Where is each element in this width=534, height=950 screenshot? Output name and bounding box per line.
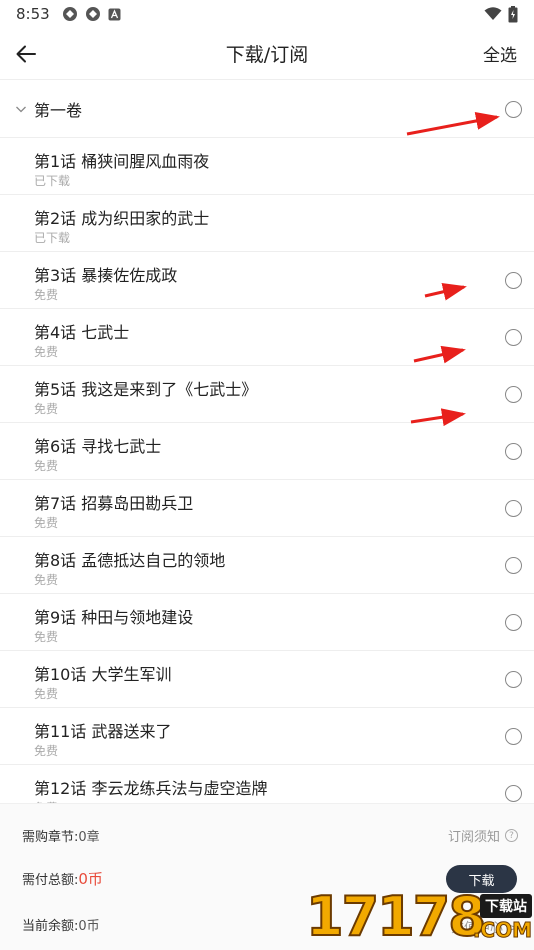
balance-row: 当前余额:0币 xyxy=(22,915,100,934)
app-bar: 下载/订阅 全选 xyxy=(0,28,534,80)
battery-icon xyxy=(508,5,518,22)
chapter-title: 第7话 招募岛田勘兵卫 xyxy=(34,494,194,513)
chapter-select-radio[interactable] xyxy=(505,500,522,517)
font-notification-icon xyxy=(108,8,121,20)
recharge-center-link[interactable]: 充值中心 > xyxy=(451,917,518,936)
chapter-status: 免费 xyxy=(34,516,59,530)
chapter-select-radio[interactable] xyxy=(505,614,522,631)
chapter-row[interactable]: 第2话 成为织田家的武士已下载 xyxy=(0,195,534,252)
chapter-status: 免费 xyxy=(34,459,59,473)
chapter-row[interactable]: 第10话 大学生军训免费 xyxy=(0,651,534,708)
status-bar: 8:53 xyxy=(0,0,534,28)
chapter-list: 第一卷 第1话 桶狭间腥风血雨夜 已下载 第2话 成为织田家的武士 已下载 第3话 暴揍… xyxy=(0,81,534,803)
total-payable-label: 需付总额: xyxy=(22,873,79,888)
chapter-row[interactable]: 第7话 招募岛田勘兵卫免费 xyxy=(0,480,534,537)
chapters-needed-label: 需购章节: xyxy=(22,830,79,845)
chapter-status: 免费 xyxy=(34,744,59,758)
chapter-select-radio[interactable] xyxy=(505,443,522,460)
chapter-select-radio[interactable] xyxy=(505,671,522,688)
balance-label: 当前余额: xyxy=(22,919,79,934)
chapter-row[interactable]: 第8话 孟德抵达自己的领地免费 xyxy=(0,537,534,594)
chapter-title: 第10话 大学生军训 xyxy=(34,665,172,684)
status-system-icons xyxy=(484,5,518,23)
chapter-title: 第3话 暴揍佐佐成政 xyxy=(34,266,178,285)
app-notification-icon xyxy=(62,7,77,21)
page-title: 下载/订阅 xyxy=(225,44,309,66)
chapter-status: 免费 xyxy=(34,573,59,587)
chapters-needed-value: 0章 xyxy=(78,830,100,845)
help-icon: ? xyxy=(505,829,518,842)
status-time: 8:53 xyxy=(16,5,50,23)
volume-select-radio[interactable] xyxy=(505,101,522,118)
chapter-title: 第8话 孟德抵达自己的领地 xyxy=(34,551,226,570)
subscription-notice-link[interactable]: 订阅须知 ? xyxy=(448,826,518,845)
volume-header[interactable]: 第一卷 xyxy=(0,81,534,138)
chapter-status: 免费 xyxy=(34,687,59,701)
total-payable-value: 0币 xyxy=(78,870,103,888)
total-payable-row: 需付总额:0币 xyxy=(22,868,103,889)
volume-title: 第一卷 xyxy=(34,101,83,120)
chapter-title: 第12话 李云龙练兵法与虚空造牌 xyxy=(34,779,268,798)
purchase-panel: 需购章节:0章 订阅须知 ? 需付总额:0币 下载 当前余额:0币 充值中心 > xyxy=(0,803,534,950)
chapter-status: 免费 xyxy=(34,345,59,359)
chapter-row[interactable]: 第1话 桶狭间腥风血雨夜已下载 xyxy=(0,138,534,195)
chapter-row[interactable]: 第9话 种田与领地建设免费 xyxy=(0,594,534,651)
chapter-status: 已下载 xyxy=(34,174,71,188)
chapter-select-radio[interactable] xyxy=(505,785,522,802)
chapter-row[interactable]: 第4话 七武士免费 xyxy=(0,309,534,366)
chapter-row[interactable]: 第5话 我这是来到了《七武士》免费 xyxy=(0,366,534,423)
chapter-select-radio[interactable] xyxy=(505,272,522,289)
chapter-title: 第1话 桶狭间腥风血雨夜 xyxy=(34,152,210,171)
chapter-row[interactable]: 第11话 武器送来了免费 xyxy=(0,708,534,765)
chapter-row[interactable]: 第3话 暴揍佐佐成政免费 xyxy=(0,252,534,309)
chapter-title: 第4话 七武士 xyxy=(34,323,130,342)
chapter-title: 第5话 我这是来到了《七武士》 xyxy=(34,380,258,399)
chapter-select-radio[interactable] xyxy=(505,329,522,346)
chapter-select-radio[interactable] xyxy=(505,728,522,745)
chapter-select-radio[interactable] xyxy=(505,557,522,574)
status-notification-icons xyxy=(62,6,121,22)
chapter-title: 第2话 成为织田家的武士 xyxy=(34,209,210,228)
chapter-status: 已下载 xyxy=(34,231,71,245)
chapter-status: 免费 xyxy=(34,402,59,416)
download-button[interactable]: 下载 xyxy=(446,865,517,893)
chapter-status: 免费 xyxy=(34,288,59,302)
chapter-title: 第6话 寻找七武士 xyxy=(34,437,162,456)
app-notification-icon xyxy=(85,7,100,21)
balance-value: 0币 xyxy=(78,919,100,934)
chevron-down-icon xyxy=(16,106,26,113)
chapter-select-radio[interactable] xyxy=(505,386,522,403)
chapter-status: 免费 xyxy=(34,630,59,644)
chapter-row[interactable]: 第12话 李云龙练兵法与虚空造牌免费 xyxy=(0,765,534,803)
subscription-notice-label: 订阅须知 xyxy=(447,830,500,845)
wifi-icon xyxy=(484,7,502,20)
chapter-title: 第9话 种田与领地建设 xyxy=(34,608,194,627)
chapter-title: 第11话 武器送来了 xyxy=(34,722,172,741)
select-all-button[interactable]: 全选 xyxy=(483,41,517,66)
chapter-row[interactable]: 第6话 寻找七武士免费 xyxy=(0,423,534,480)
chapters-needed-row: 需购章节:0章 xyxy=(22,826,100,845)
